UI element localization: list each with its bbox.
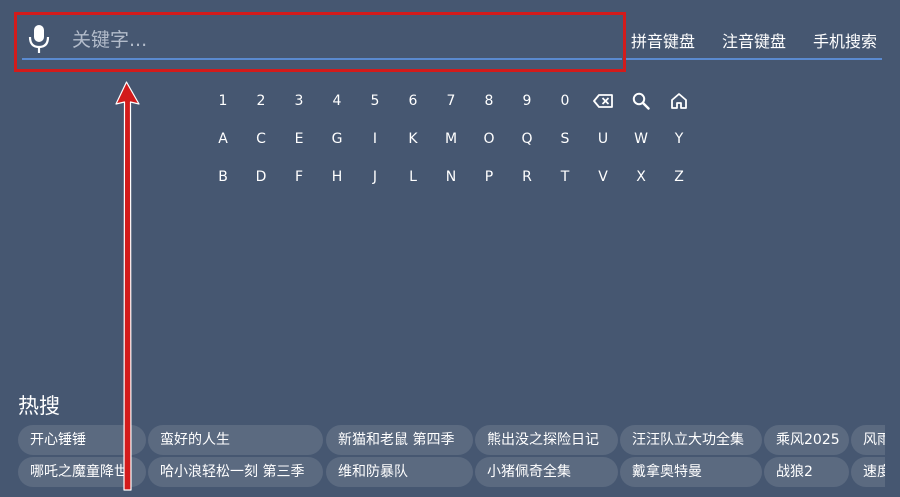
key-e[interactable]: E (281, 124, 317, 154)
hot-search-item[interactable]: 风雨 (851, 425, 885, 455)
hot-search-item[interactable]: 戴拿奥特曼 (620, 457, 762, 487)
annotation-arrow (115, 81, 140, 491)
key-z[interactable]: Z (661, 162, 697, 192)
key-q[interactable]: Q (509, 124, 545, 154)
key-0[interactable]: 0 (547, 86, 583, 116)
hot-search-item[interactable]: 维和防暴队 (326, 457, 473, 487)
tab-pinyin-keyboard[interactable]: 拼音键盘 (631, 28, 695, 52)
key-b[interactable]: B (205, 162, 241, 192)
hot-search-item[interactable]: 新猫和老鼠 第四季 (326, 425, 473, 455)
key-u[interactable]: U (585, 124, 621, 154)
key-o[interactable]: O (471, 124, 507, 154)
hot-search-item[interactable]: 哈小浪轻松一刻 第三季 (148, 457, 323, 487)
home-icon[interactable] (661, 86, 697, 116)
key-3[interactable]: 3 (281, 86, 317, 116)
key-5[interactable]: 5 (357, 86, 393, 116)
key-d[interactable]: D (243, 162, 279, 192)
key-2[interactable]: 2 (243, 86, 279, 116)
hot-search-item[interactable]: 蛮好的人生 (148, 425, 323, 455)
key-s[interactable]: S (547, 124, 583, 154)
key-m[interactable]: M (433, 124, 469, 154)
key-8[interactable]: 8 (471, 86, 507, 116)
key-l[interactable]: L (395, 162, 431, 192)
tab-zhuyin-keyboard[interactable]: 注音键盘 (722, 28, 786, 52)
hot-search-item[interactable]: 熊出没之探险日记 (475, 425, 618, 455)
key-a[interactable]: A (205, 124, 241, 154)
key-j[interactable]: J (357, 162, 393, 192)
key-g[interactable]: G (319, 124, 355, 154)
key-9[interactable]: 9 (509, 86, 545, 116)
key-k[interactable]: K (395, 124, 431, 154)
key-t[interactable]: T (547, 162, 583, 192)
search-screen: 拼音键盘 注音键盘 手机搜索 1 2 3 4 5 6 7 8 9 0 (0, 0, 900, 497)
hot-search-title: 热搜 (18, 394, 60, 418)
key-4[interactable]: 4 (319, 86, 355, 116)
search-underline (626, 58, 882, 60)
hot-search-item[interactable]: 开心锤锤 (18, 425, 146, 455)
search-bar (22, 20, 622, 60)
backspace-icon[interactable] (585, 86, 621, 116)
key-x[interactable]: X (623, 162, 659, 192)
hot-search-item[interactable]: 小猪佩奇全集 (475, 457, 618, 487)
key-v[interactable]: V (585, 162, 621, 192)
microphone-icon[interactable] (26, 24, 52, 54)
key-p[interactable]: P (471, 162, 507, 192)
key-n[interactable]: N (433, 162, 469, 192)
key-y[interactable]: Y (661, 124, 697, 154)
key-h[interactable]: H (319, 162, 355, 192)
key-i[interactable]: I (357, 124, 393, 154)
key-1[interactable]: 1 (205, 86, 241, 116)
key-w[interactable]: W (623, 124, 659, 154)
key-c[interactable]: C (243, 124, 279, 154)
hot-search-item[interactable]: 汪汪队立大功全集 (620, 425, 762, 455)
key-f[interactable]: F (281, 162, 317, 192)
tab-phone-search[interactable]: 手机搜索 (813, 28, 877, 52)
hot-search-item[interactable]: 乘风2025 (764, 425, 849, 455)
search-icon[interactable] (623, 86, 659, 116)
search-input[interactable] (70, 24, 614, 56)
key-7[interactable]: 7 (433, 86, 469, 116)
hot-search-item[interactable]: 战狼2 (764, 457, 849, 487)
key-r[interactable]: R (509, 162, 545, 192)
hot-search-item[interactable]: 哪吒之魔童降世 (18, 457, 146, 487)
hot-search-item[interactable]: 速度 (851, 457, 885, 487)
key-6[interactable]: 6 (395, 86, 431, 116)
